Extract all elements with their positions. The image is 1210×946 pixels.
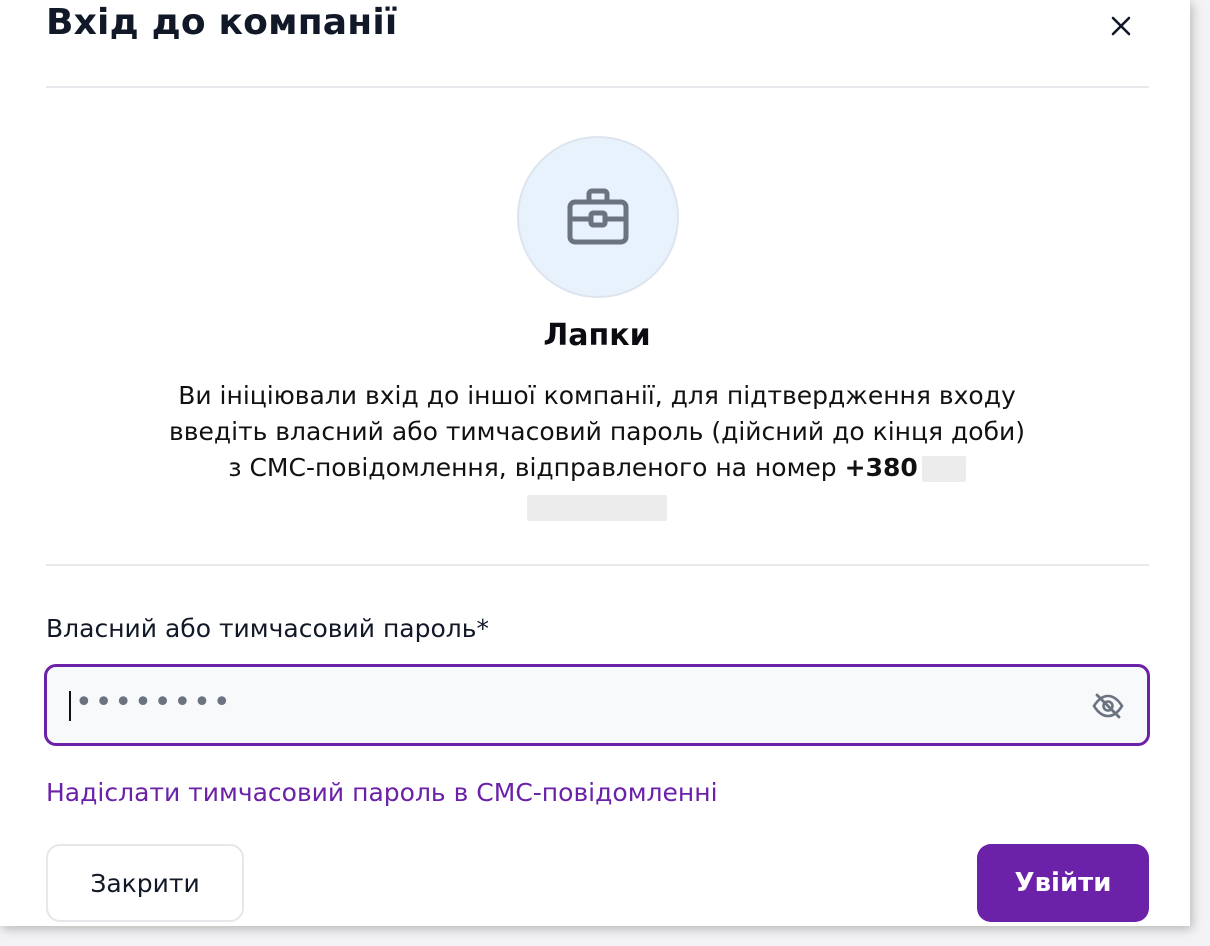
dialog-title: Вхід до компанії: [46, 2, 398, 43]
password-input[interactable]: ••••••••: [44, 664, 1150, 746]
login-button[interactable]: Увійти: [977, 844, 1149, 922]
content-divider: [46, 564, 1149, 566]
text-caret: [69, 691, 71, 721]
send-sms-password-link[interactable]: Надіслати тимчасовий пароль в СМС-повідо…: [46, 778, 718, 807]
briefcase-icon: [567, 188, 629, 245]
eye-off-icon: [1092, 693, 1124, 719]
close-button[interactable]: [1103, 8, 1139, 44]
phone-prefix: +380: [844, 453, 918, 482]
confirmation-message: Ви ініціювали вхід до іншої компанії, дл…: [160, 378, 1034, 522]
password-label: Власний або тимчасовий пароль*: [46, 614, 489, 643]
header-divider: [46, 86, 1149, 88]
company-avatar: [517, 136, 679, 298]
company-name: Лапки: [543, 318, 651, 353]
company-login-dialog: Вхід до компанії Лапки Ви ініціювали вхі…: [0, 0, 1190, 926]
redacted-phone-rest: [527, 495, 667, 521]
password-value: ••••••••: [75, 685, 233, 720]
toggle-password-visibility-button[interactable]: [1091, 689, 1125, 723]
close-dialog-button[interactable]: Закрити: [46, 844, 244, 922]
close-icon: [1111, 16, 1131, 36]
redacted-phone-part: [921, 456, 966, 482]
